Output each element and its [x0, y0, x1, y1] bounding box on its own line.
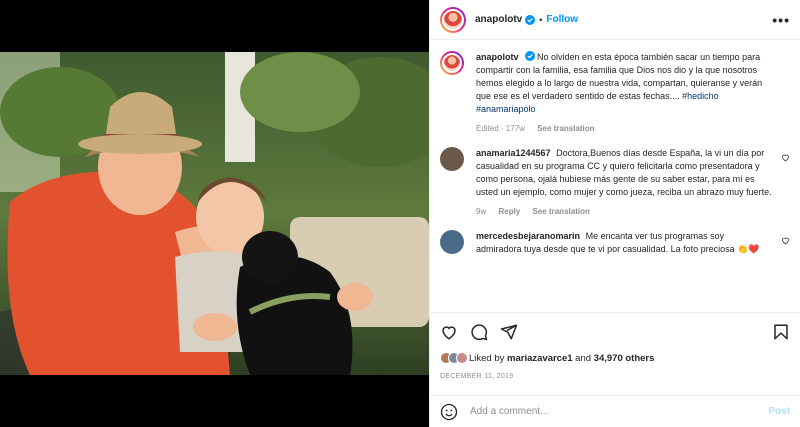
- caption-item: anapolotv No olviden en esta época tambi…: [440, 51, 790, 135]
- comment-username[interactable]: anamaria1244567: [476, 148, 551, 158]
- save-bookmark-icon[interactable]: [772, 323, 790, 341]
- caption-see-translation[interactable]: See translation: [537, 124, 594, 133]
- likes-and: and: [575, 352, 592, 364]
- liker-avatars[interactable]: [440, 352, 468, 364]
- caption-edited: Edited · 177w: [476, 124, 525, 133]
- add-comment-input[interactable]: Add a comment...: [470, 406, 768, 417]
- comment-username[interactable]: mercedesbejaranomarin: [476, 231, 580, 241]
- comment-like-heart-icon[interactable]: [781, 236, 790, 245]
- comment-bubble-icon[interactable]: [470, 323, 488, 341]
- likes-summary: Liked by mariazavarce1 and 34,970 others: [440, 352, 790, 364]
- more-options-icon[interactable]: •••: [772, 12, 790, 28]
- caption-avatar[interactable]: [440, 51, 464, 75]
- post-date: DECEMBER 11, 2019: [440, 373, 514, 380]
- comment-reply-button[interactable]: Reply: [498, 207, 520, 216]
- likes-count[interactable]: 34,970 others: [594, 353, 655, 364]
- comment-item: mercedesbejaranomarin Me encanta ver tus…: [440, 230, 790, 256]
- share-send-icon[interactable]: [500, 323, 518, 341]
- emoji-smiley-icon[interactable]: [440, 403, 458, 421]
- comment-item: anamaria1244567 Doctora,Buenos días desd…: [440, 147, 790, 218]
- action-bar: [430, 312, 800, 350]
- author-avatar[interactable]: [440, 6, 466, 33]
- comments-list[interactable]: anapolotv No olviden en esta época tambi…: [430, 41, 800, 312]
- comment-avatar[interactable]: [440, 147, 464, 171]
- post-comment-button[interactable]: Post: [768, 406, 790, 417]
- follow-button[interactable]: Follow: [546, 14, 578, 25]
- comment-avatar[interactable]: [440, 230, 464, 254]
- post-photo[interactable]: [0, 52, 429, 375]
- caption-username[interactable]: anapolotv: [476, 52, 519, 62]
- comment-time: 9w: [476, 207, 487, 216]
- comment-emoji: 👏❤️: [737, 244, 760, 254]
- likes-prefix: Liked by: [469, 352, 505, 364]
- instagram-post-modal: anapolotv • Follow ••• anapolotv No olvi…: [0, 0, 800, 427]
- post-header: anapolotv • Follow •••: [430, 0, 800, 40]
- caption-verified-icon: [524, 51, 535, 61]
- comment-like-heart-icon[interactable]: [781, 153, 790, 162]
- photo-image: [0, 52, 429, 375]
- like-heart-icon[interactable]: [440, 323, 458, 341]
- add-comment-bar: Add a comment... Post: [430, 395, 800, 427]
- header-separator: •: [539, 14, 543, 25]
- author-username[interactable]: anapolotv: [475, 14, 522, 25]
- post-sidebar: anapolotv • Follow ••• anapolotv No olvi…: [429, 0, 800, 427]
- comment-see-translation[interactable]: See translation: [533, 207, 590, 216]
- post-media: [0, 0, 429, 427]
- likes-user[interactable]: mariazavarce1: [507, 353, 573, 364]
- verified-badge-icon: [525, 14, 536, 25]
